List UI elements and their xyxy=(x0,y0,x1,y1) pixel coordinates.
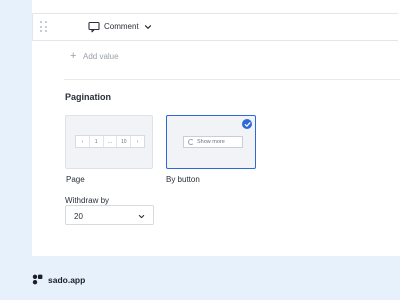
add-value-label: Add value xyxy=(83,51,119,61)
pagination-option-page[interactable]: ‹ 1 ... 10 › xyxy=(65,115,153,169)
withdraw-label: Withdraw by xyxy=(65,196,110,205)
pager-prev: ‹ xyxy=(76,136,90,147)
check-icon xyxy=(242,119,252,129)
withdraw-value: 20 xyxy=(74,212,83,221)
value-type-label: Comment xyxy=(104,22,139,31)
pager-next: › xyxy=(136,138,139,145)
pager-item: ... xyxy=(104,136,118,147)
option-label-by-button: By button xyxy=(166,175,200,184)
pager-preview: ‹ 1 ... 10 › xyxy=(75,135,145,148)
chevron-down-icon xyxy=(138,214,145,219)
chevron-down-icon[interactable] xyxy=(144,23,152,31)
show-more-label: Show more xyxy=(197,139,225,145)
add-value-button[interactable]: + Add value xyxy=(70,50,119,62)
pagination-option-by-button[interactable]: Show more xyxy=(166,115,256,169)
brand: sado.app xyxy=(32,274,85,285)
pager-item: 1 xyxy=(90,136,104,147)
comment-icon xyxy=(88,21,100,33)
section-title: Pagination xyxy=(65,92,112,102)
pager-item: 10 xyxy=(117,136,132,147)
brand-name: sado.app xyxy=(48,274,86,285)
withdraw-select[interactable]: 20 xyxy=(65,205,154,225)
divider xyxy=(64,79,400,80)
spinner-icon xyxy=(188,139,194,145)
plus-icon: + xyxy=(70,50,77,62)
option-label-page: Page xyxy=(66,175,85,184)
show-more-preview: Show more xyxy=(183,136,243,148)
drag-handle-icon[interactable] xyxy=(40,21,48,33)
value-row[interactable] xyxy=(32,13,398,41)
logo-icon xyxy=(32,274,43,285)
